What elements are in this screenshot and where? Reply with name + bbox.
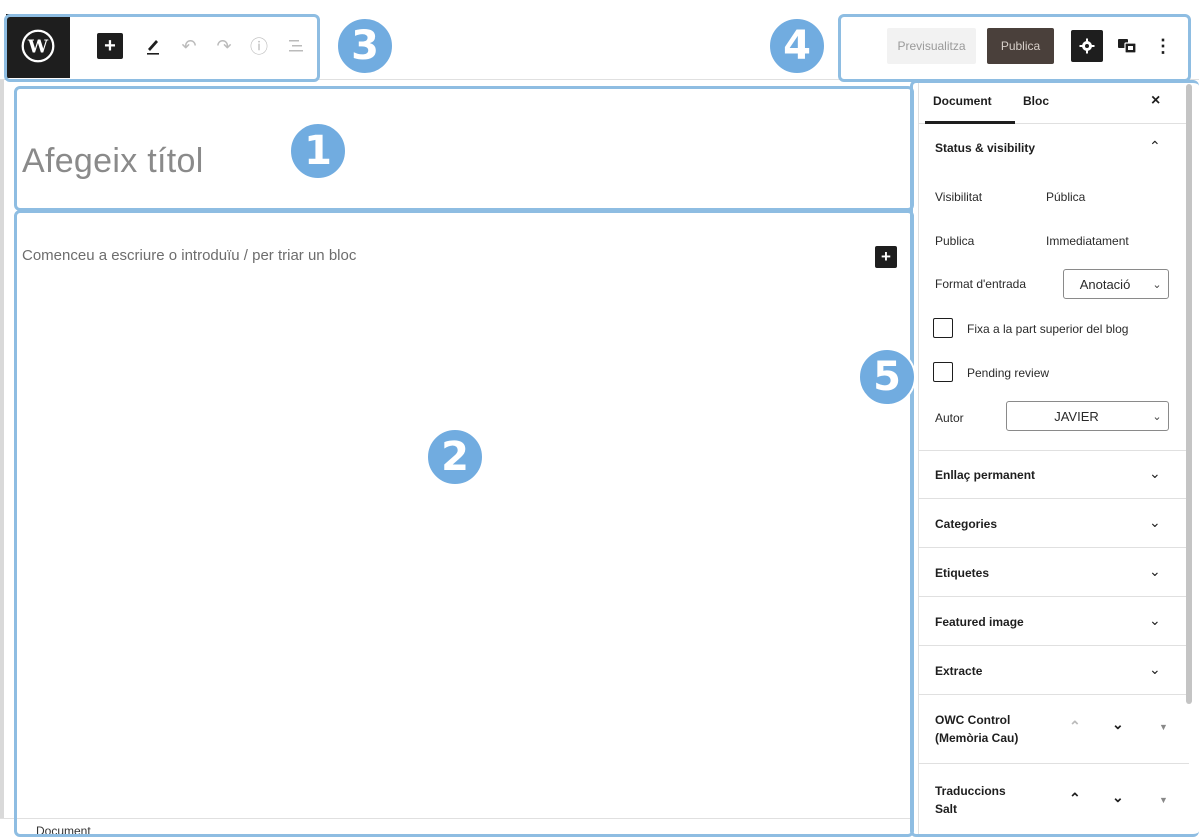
wordpress-editor-screen: W + ↶ ↷ ⓘ Previsualitza Publica ⋮ Afegei… [0, 0, 1199, 837]
editor-header: W + ↶ ↷ ⓘ Previsualitza Publica ⋮ [0, 0, 1199, 80]
panel-excerpt[interactable]: Extracte ⌄ [919, 647, 1189, 695]
more-vertical-icon[interactable]: ⋮ [1150, 33, 1176, 59]
preview-button[interactable]: Previsualitza [887, 28, 976, 64]
post-format-value: Anotació [1079, 276, 1131, 292]
publish-date-toggle[interactable]: Immediatament [1046, 234, 1129, 248]
toggle-icon[interactable]: ▼ [1159, 722, 1168, 732]
tab-block[interactable]: Bloc [1023, 94, 1049, 108]
move-down-icon[interactable]: ⌄ [1112, 789, 1124, 806]
chevron-down-icon: ⌄ [1152, 278, 1162, 291]
pending-review-label: Pending review [967, 366, 1050, 380]
author-select[interactable]: JAVIER ⌄ [1006, 401, 1169, 431]
panel-permalink[interactable]: Enllaç permanent ⌄ [919, 451, 1189, 499]
annotation-marker: 3 [336, 17, 394, 75]
metabox-title[interactable]: OWC Control (Memòria Cau) [935, 711, 1018, 747]
svg-text:W: W [27, 36, 49, 57]
block-placeholder[interactable]: Comenceu a escriure o introduïu / per tr… [22, 247, 356, 264]
list-view-icon[interactable] [283, 33, 309, 59]
chevron-down-icon: ⌄ [1149, 661, 1161, 677]
sidebar-tabs: Document Bloc × [919, 80, 1189, 124]
panel-title: Status & visibility [935, 141, 1036, 155]
panel-categories[interactable]: Categories ⌄ [919, 500, 1189, 548]
annotation-marker: 1 [289, 122, 347, 180]
visibility-label: Visibilitat [935, 190, 983, 204]
metabox-title-line: Salt [935, 802, 958, 816]
panel-featured-image[interactable]: Featured image ⌄ [919, 598, 1189, 646]
metabox-title[interactable]: Traduccions Salt [935, 782, 1006, 818]
metabox-title-line: Traduccions [935, 784, 1006, 798]
undo-icon[interactable]: ↶ [176, 33, 202, 59]
pending-review-checkbox[interactable] [933, 362, 953, 382]
annotation-marker: 5 [858, 348, 916, 406]
metabox-translations: Traduccions Salt ⌃ ⌄ ▼ [919, 765, 1189, 837]
publish-button[interactable]: Publica [987, 28, 1054, 64]
chevron-up-icon: ⌃ [1149, 138, 1161, 154]
publish-label: Publica [935, 234, 975, 248]
annotation-marker: 2 [426, 428, 484, 486]
panel-status-visibility[interactable]: Status & visibility ⌃ [919, 124, 1189, 172]
settings-sidebar: Document Bloc × Status & visibility ⌃ Vi… [918, 80, 1199, 837]
chevron-down-icon: ⌄ [1149, 465, 1161, 481]
metabox-title-line: (Memòria Cau) [935, 731, 1019, 745]
author-value: JAVIER [1054, 408, 1099, 424]
sticky-label: Fixa a la part superior del blog [967, 322, 1129, 336]
panel-title: Categories [935, 517, 998, 531]
move-up-icon[interactable]: ⌃ [1069, 718, 1081, 735]
panel-tags[interactable]: Etiquetes ⌄ [919, 549, 1189, 597]
post-title-input[interactable]: Afegeix títol [22, 142, 204, 181]
info-icon[interactable]: ⓘ [246, 33, 272, 59]
wordpress-logo-icon[interactable]: W [6, 14, 70, 78]
sidebar-scrollbar[interactable] [1186, 84, 1192, 704]
toggle-icon[interactable]: ▼ [1159, 795, 1168, 805]
breadcrumb[interactable]: Document [36, 824, 91, 837]
sticky-checkbox[interactable] [933, 318, 953, 338]
tab-document[interactable]: Document [933, 94, 992, 108]
post-format-select[interactable]: Anotació ⌄ [1063, 269, 1169, 299]
move-down-icon[interactable]: ⌄ [1112, 716, 1124, 733]
redo-icon[interactable]: ↷ [211, 33, 237, 59]
pencil-icon[interactable] [140, 33, 166, 59]
annotation-marker: 4 [768, 17, 826, 75]
gear-icon[interactable] [1071, 30, 1103, 62]
translate-icon[interactable] [1114, 33, 1140, 59]
panel-title: Etiquetes [935, 566, 990, 580]
panel-title: Enllaç permanent [935, 468, 1036, 482]
left-border [0, 80, 4, 837]
panel-title: Extracte [935, 664, 983, 678]
chevron-down-icon: ⌄ [1149, 612, 1161, 628]
close-icon[interactable]: × [1151, 92, 1160, 110]
metabox-owc-control: OWC Control (Memòria Cau) ⌃ ⌄ ▼ [919, 696, 1189, 764]
chevron-down-icon: ⌄ [1149, 563, 1161, 579]
metabox-title-line: OWC Control [935, 713, 1011, 727]
post-format-label: Format d'entrada [935, 277, 1027, 291]
visibility-toggle[interactable]: Pública [1046, 190, 1085, 204]
move-up-icon[interactable]: ⌃ [1069, 790, 1081, 807]
panel-title: Featured image [935, 615, 1024, 629]
editor-footer: Document [0, 818, 912, 837]
plus-icon[interactable]: + [875, 246, 897, 268]
chevron-down-icon: ⌄ [1152, 410, 1162, 423]
chevron-down-icon: ⌄ [1149, 514, 1161, 530]
author-label: Autor [935, 411, 964, 425]
plus-icon[interactable]: + [97, 33, 123, 59]
